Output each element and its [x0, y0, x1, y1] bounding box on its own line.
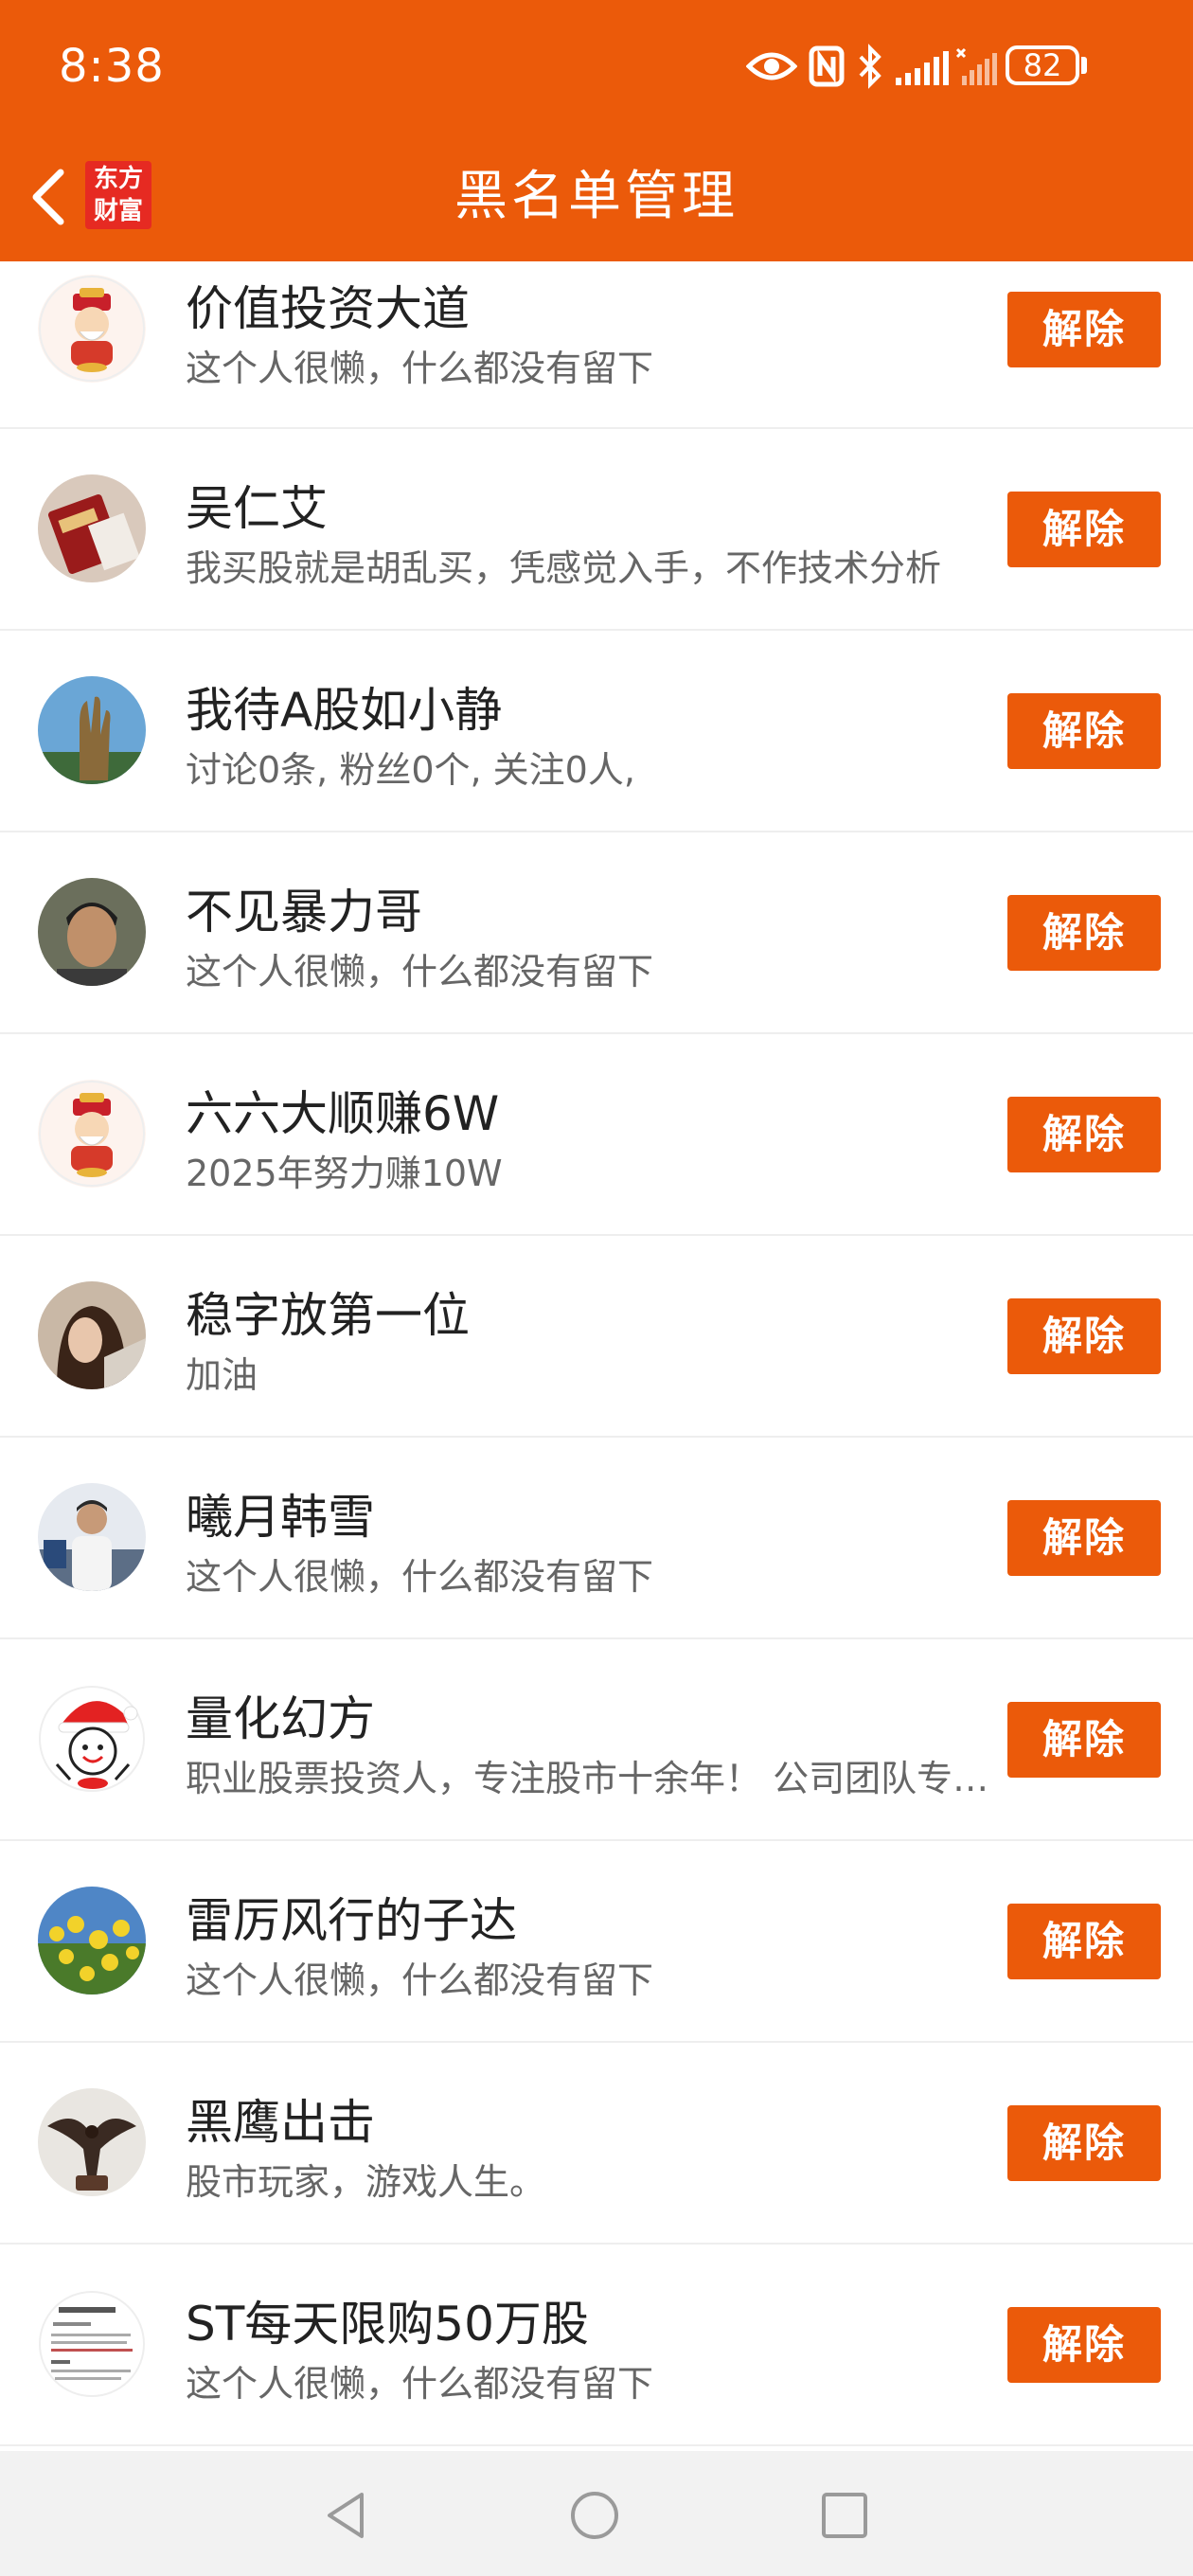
list-item: 我待A股如小静 讨论0条, 粉丝0个, 关注0人, 解除 [0, 631, 1193, 832]
signal-icon [896, 51, 949, 85]
unblock-button[interactable]: 解除 [1007, 895, 1161, 971]
status-bar: 8:38 82 [0, 0, 1193, 133]
list-item: 价值投资大道 这个人很懒，什么都没有留下 解除 [0, 261, 1193, 429]
system-nav-bar [0, 2451, 1193, 2576]
list-item: 稳字放第一位 加油 解除 [0, 1236, 1193, 1438]
list-item: 不见暴力哥 这个人很懒，什么都没有留下 解除 [0, 832, 1193, 1034]
user-description: 讨论0条, 粉丝0个, 关注0人, [186, 749, 635, 791]
girl-portrait-avatar [38, 1281, 146, 1389]
eagle-statue-avatar [38, 2088, 146, 2196]
unblock-button[interactable]: 解除 [1007, 292, 1161, 367]
yellow-flowers-avatar [38, 1887, 146, 1995]
unblock-button[interactable]: 解除 [1007, 1904, 1161, 1979]
text-document-avatar [38, 2290, 146, 2398]
battery-icon: 82 [1006, 45, 1079, 85]
chevron-left-icon [32, 169, 64, 225]
user-name: 我待A股如小静 [186, 683, 503, 738]
user-description: 这个人很懒，什么都没有留下 [186, 1959, 654, 2001]
logo-line-1: 东方 [93, 165, 143, 193]
man-portrait-avatar [38, 878, 146, 986]
user-description: 这个人很懒，什么都没有留下 [186, 348, 654, 389]
unblock-button[interactable]: 解除 [1007, 1298, 1161, 1374]
status-time: 8:38 [59, 40, 165, 93]
signal-2-icon [956, 47, 997, 85]
user-description: 这个人很懒，什么都没有留下 [186, 951, 654, 993]
unblock-button[interactable]: 解除 [1007, 2307, 1161, 2383]
list-item: 六六大顺赚6W 2025年努力赚10W 解除 [0, 1034, 1193, 1236]
battery-cap [1081, 57, 1087, 74]
user-name: 雷厉风行的子达 [186, 1893, 517, 1948]
user-description: 2025年努力赚10W [186, 1153, 503, 1194]
user-name: 吴仁艾 [186, 481, 328, 536]
eye-icon [746, 52, 797, 80]
user-description: 这个人很懒，什么都没有留下 [186, 1556, 654, 1598]
page-title: 黑名单管理 [454, 166, 739, 227]
santa-cartoon-avatar [38, 1685, 146, 1793]
fortune-god-avatar [38, 275, 146, 383]
back-button[interactable] [19, 159, 76, 235]
unblock-button[interactable]: 解除 [1007, 1500, 1161, 1576]
unblock-button[interactable]: 解除 [1007, 2105, 1161, 2181]
list-item: 黑鹰出击 股市玩家，游戏人生。 解除 [0, 2043, 1193, 2245]
user-description: 加油 [186, 1354, 258, 1396]
back-triangle-icon[interactable] [322, 2489, 371, 2542]
user-name: 价值投资大道 [186, 281, 470, 336]
recent-square-icon[interactable] [818, 2489, 871, 2542]
user-description: 职业股票投资人，专注股市十余年！ 公司团队专业分析 [186, 1758, 1000, 1799]
user-name: 曦月韩雪 [186, 1490, 375, 1545]
man-street-avatar [38, 1483, 146, 1591]
user-name: 不见暴力哥 [186, 885, 422, 939]
fortune-god-avatar [38, 1080, 146, 1188]
list-item: 曦月韩雪 这个人很懒，什么都没有留下 解除 [0, 1438, 1193, 1639]
nfc-icon [809, 45, 845, 87]
list-item: 雷厉风行的子达 这个人很懒，什么都没有留下 解除 [0, 1841, 1193, 2043]
user-name: 黑鹰出击 [186, 2095, 375, 2150]
unblock-button[interactable]: 解除 [1007, 1702, 1161, 1778]
unblock-button[interactable]: 解除 [1007, 693, 1161, 769]
list-item: 量化幻方 职业股票投资人，专注股市十余年！ 公司团队专业分析 解除 [0, 1639, 1193, 1841]
cigarette-box-avatar [38, 474, 146, 582]
unblock-button[interactable]: 解除 [1007, 1097, 1161, 1172]
list-item: 吴仁艾 我买股就是胡乱买，凭感觉入手，不作技术分析 解除 [0, 429, 1193, 631]
user-name: 量化幻方 [186, 1691, 375, 1746]
user-name: 六六大顺赚6W [186, 1086, 500, 1141]
eastmoney-logo: 东方 财富 [85, 161, 151, 229]
buddha-hand-avatar [38, 676, 146, 784]
bluetooth-icon [859, 44, 881, 89]
user-description: 股市玩家，游戏人生。 [186, 2161, 546, 2203]
blacklist-list[interactable]: 价值投资大道 这个人很懒，什么都没有留下 解除 吴仁艾 我买股就是胡乱买，凭感觉… [0, 261, 1193, 2451]
list-item: ST每天限购50万股 这个人很懒，什么都没有留下 解除 [0, 2245, 1193, 2446]
user-description: 我买股就是胡乱买，凭感觉入手，不作技术分析 [186, 547, 942, 589]
nav-bar: 黑名单管理 东方 财富 [0, 133, 1193, 261]
unblock-button[interactable]: 解除 [1007, 492, 1161, 567]
user-name: 稳字放第一位 [186, 1288, 470, 1343]
app-header: 8:38 82 黑名单管理 东方 财富 [0, 0, 1193, 261]
user-name: ST每天限购50万股 [186, 2297, 589, 2352]
home-circle-icon[interactable] [568, 2489, 621, 2542]
user-description: 这个人很懒，什么都没有留下 [186, 2363, 654, 2405]
logo-line-2: 财富 [93, 197, 143, 225]
